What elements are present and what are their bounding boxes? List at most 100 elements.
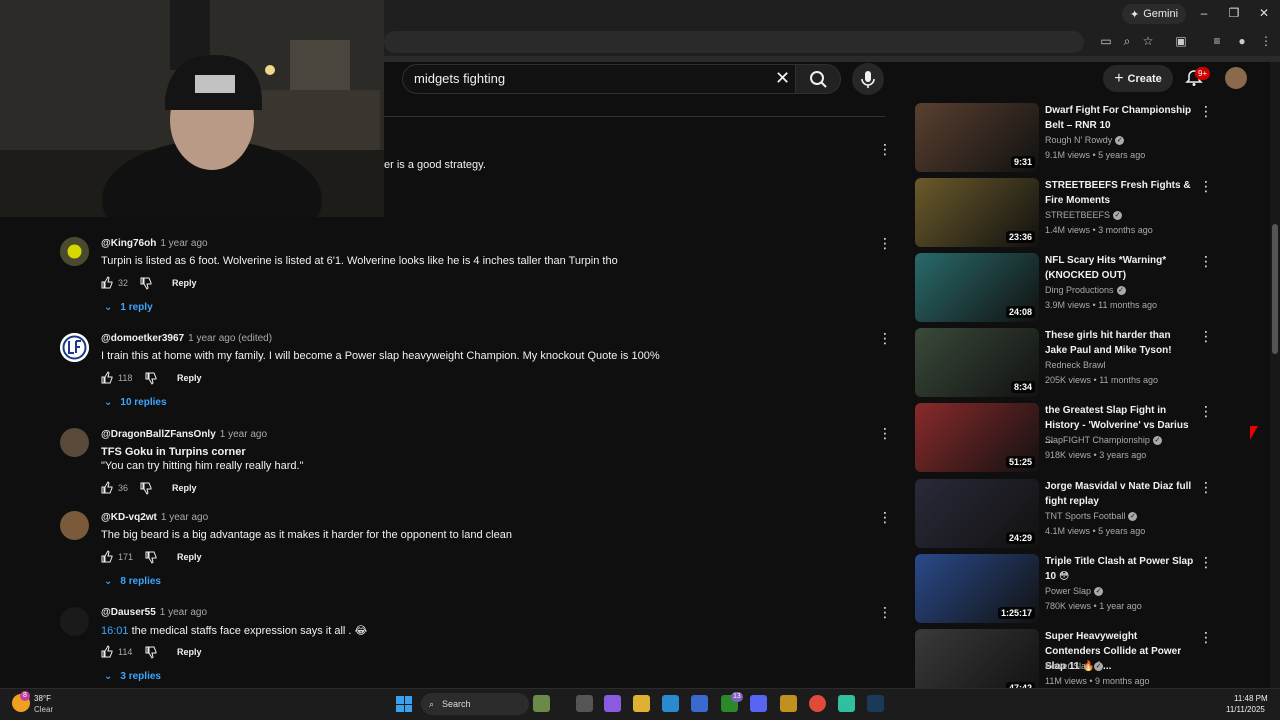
address-bar[interactable] [384, 31, 1084, 53]
avatar[interactable] [60, 237, 89, 266]
edge-icon[interactable] [662, 695, 679, 712]
screencast-icon[interactable]: ▭ [1098, 34, 1114, 48]
video-menu-icon[interactable]: ⋮ [1199, 103, 1213, 120]
video-title[interactable]: Jorge Masvidal v Nate Diaz full fight re… [1045, 479, 1195, 509]
taskbar-search[interactable]: ⌕ Search [421, 693, 529, 715]
comment-author[interactable]: @KD-vq2wt 1 year ago [101, 512, 208, 523]
notification-badge: 9+ [1195, 67, 1211, 80]
like-icon[interactable] [100, 550, 114, 564]
video-menu-icon[interactable]: ⋮ [1199, 403, 1213, 420]
clear-search-icon[interactable]: ✕ [775, 68, 790, 89]
minimize-icon[interactable]: – [1194, 6, 1214, 20]
reply-button[interactable]: Reply [177, 647, 202, 657]
comment-menu-icon[interactable]: ⋮ [878, 141, 892, 157]
video-channel[interactable]: Ding Productions ✓ [1045, 285, 1126, 296]
steam-icon[interactable] [867, 695, 884, 712]
video-channel[interactable]: Power Slap ✓ [1045, 661, 1104, 672]
search-button[interactable] [795, 64, 841, 94]
scrollbar[interactable] [1270, 62, 1280, 688]
timestamp-link[interactable]: 16:01 [101, 625, 129, 637]
video-title[interactable]: Triple Title Clash at Power Slap 10 😳 [1045, 554, 1195, 584]
voice-search-button[interactable] [852, 63, 884, 95]
zoom-icon[interactable]: ⌕ [1119, 34, 1135, 49]
video-channel[interactable]: Rough N' Rowdy ✓ [1045, 135, 1125, 146]
comment-menu-icon[interactable]: ⋮ [878, 425, 892, 441]
profile-icon[interactable]: ● [1234, 34, 1250, 48]
video-thumbnail[interactable]: 51:25 [915, 403, 1039, 472]
avatar[interactable] [60, 607, 89, 636]
dislike-icon[interactable] [144, 550, 158, 564]
replies-toggle[interactable]: ⌄ 3 replies [104, 671, 161, 682]
video-menu-icon[interactable]: ⋮ [1199, 479, 1213, 496]
video-thumbnail[interactable]: 24:29 [915, 479, 1039, 548]
copilot-icon[interactable] [604, 695, 621, 712]
create-button[interactable]: + Create [1103, 65, 1173, 92]
reply-button[interactable]: Reply [177, 373, 202, 383]
video-channel[interactable]: STREETBEEFS ✓ [1045, 210, 1123, 221]
like-icon[interactable] [100, 371, 114, 385]
clock-date[interactable]: 11/11/2025 [1226, 705, 1265, 714]
file-explorer-icon[interactable] [633, 695, 650, 712]
dislike-icon[interactable] [144, 645, 158, 659]
restore-icon[interactable]: ❐ [1224, 6, 1244, 20]
comment-author[interactable]: @Dauser55 1 year ago [101, 607, 207, 618]
like-icon[interactable] [100, 276, 114, 290]
search-input[interactable]: midgets fighting [414, 71, 505, 86]
video-channel[interactable]: TNT Sports Football ✓ [1045, 511, 1138, 522]
video-menu-icon[interactable]: ⋮ [1199, 554, 1213, 571]
reply-button[interactable]: Reply [172, 483, 197, 493]
video-title[interactable]: STREETBEEFS Fresh Fights & Fire Moments [1045, 178, 1195, 208]
reply-button[interactable]: Reply [172, 278, 197, 288]
dislike-icon[interactable] [139, 276, 153, 290]
dislike-icon[interactable] [139, 481, 153, 495]
video-title[interactable]: Dwarf Fight For Championship Belt – RNR … [1045, 103, 1195, 133]
video-thumbnail[interactable]: 24:08 [915, 253, 1039, 322]
dislike-icon[interactable] [144, 371, 158, 385]
comment-author[interactable]: @King76oh 1 year ago [101, 238, 208, 249]
comment-author[interactable]: @DragonBallZFansOnly 1 year ago [101, 429, 267, 440]
video-channel[interactable]: Power Slap ✓ [1045, 586, 1104, 597]
comment-author[interactable]: @domoetker3967 1 year ago (edited) [101, 333, 272, 344]
video-thumbnail[interactable]: 9:31 [915, 103, 1039, 172]
replies-toggle[interactable]: ⌄ 8 replies [104, 576, 161, 587]
comment-menu-icon[interactable]: ⋮ [878, 235, 892, 251]
like-icon[interactable] [100, 645, 114, 659]
avatar[interactable] [60, 333, 89, 362]
app-icon[interactable] [780, 695, 797, 712]
task-view-icon[interactable] [576, 695, 593, 712]
like-icon[interactable] [100, 481, 114, 495]
video-thumbnail[interactable]: 8:34 [915, 328, 1039, 397]
reply-button[interactable]: Reply [177, 552, 202, 562]
video-thumbnail[interactable]: 1:25:17 [915, 554, 1039, 623]
video-title[interactable]: NFL Scary Hits *Warning* (KNOCKED OUT) [1045, 253, 1195, 283]
bookmark-star-icon[interactable]: ☆ [1140, 34, 1156, 48]
clock-time[interactable]: 11:48 PM [1234, 694, 1268, 703]
video-menu-icon[interactable]: ⋮ [1199, 629, 1213, 646]
avatar[interactable] [60, 428, 89, 457]
replies-toggle[interactable]: ⌄ 10 replies [104, 397, 167, 408]
video-channel[interactable]: Redneck Brawl [1045, 360, 1106, 370]
store-icon[interactable] [691, 695, 708, 712]
video-channel[interactable]: SlapFIGHT Championship ✓ [1045, 435, 1162, 446]
video-menu-icon[interactable]: ⋮ [1199, 253, 1213, 270]
browser-menu-icon[interactable]: ⋮ [1258, 34, 1274, 48]
account-avatar[interactable] [1225, 67, 1247, 89]
close-window-icon[interactable]: ✕ [1254, 6, 1274, 20]
comment-menu-icon[interactable]: ⋮ [878, 604, 892, 620]
windows-start-icon[interactable] [396, 696, 412, 712]
video-thumbnail[interactable]: 23:36 [915, 178, 1039, 247]
chrome-icon[interactable] [809, 695, 826, 712]
video-menu-icon[interactable]: ⋮ [1199, 328, 1213, 345]
app-icon[interactable] [838, 695, 855, 712]
discord-icon[interactable] [750, 695, 767, 712]
replies-toggle[interactable]: ⌄ 1 reply [104, 302, 153, 313]
video-menu-icon[interactable]: ⋮ [1199, 178, 1213, 195]
video-title[interactable]: These girls hit harder than Jake Paul an… [1045, 328, 1195, 358]
tab-search-icon[interactable]: ▣ [1173, 34, 1189, 48]
comment-menu-icon[interactable]: ⋮ [878, 509, 892, 525]
avatar[interactable] [60, 511, 89, 540]
comment-menu-icon[interactable]: ⋮ [878, 330, 892, 346]
gemini-button[interactable]: ✦ Gemini [1122, 4, 1187, 24]
reading-list-icon[interactable]: ≡ [1209, 34, 1225, 48]
scrollbar-thumb[interactable] [1272, 224, 1278, 354]
